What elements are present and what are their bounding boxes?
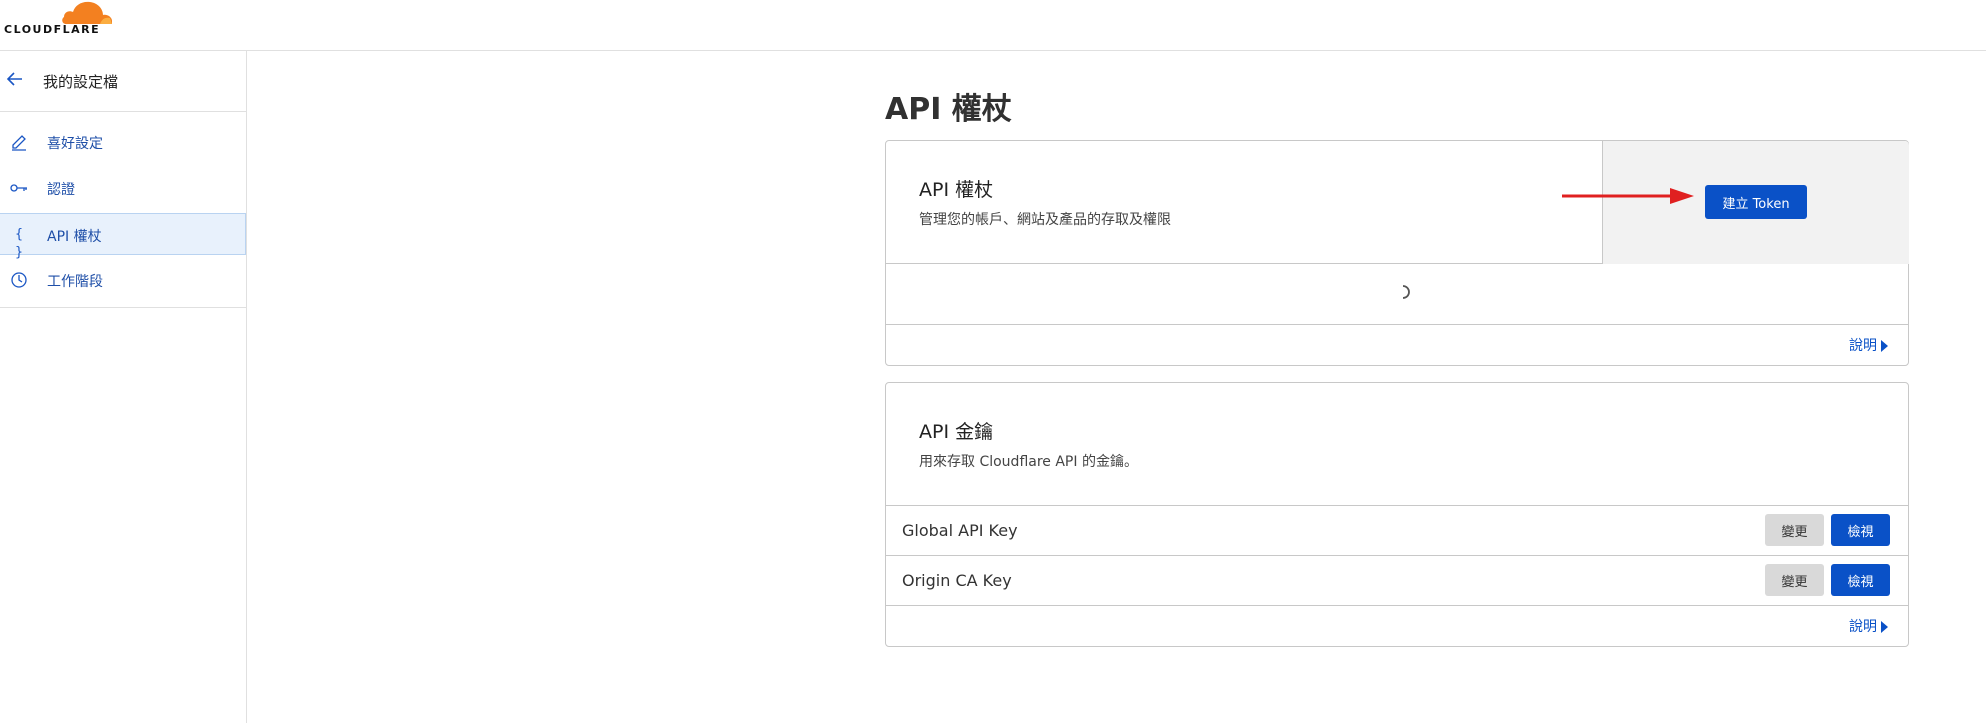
sidebar-item-label: 認證: [47, 182, 75, 198]
help-row: 說明: [886, 325, 1908, 365]
sidebar-item-label: 工作階段: [47, 274, 103, 290]
card-description: 管理您的帳戶、網站及產品的存取及權限: [919, 212, 1171, 228]
caret-right-icon: [1881, 621, 1888, 633]
annotation-arrow-icon: [1562, 188, 1694, 204]
cloud-logo-icon: [62, 1, 112, 24]
help-link[interactable]: 說明: [1849, 335, 1888, 355]
card-header: API 金鑰 用來存取 Cloudflare API 的金鑰。: [886, 383, 1908, 506]
back-to-profile[interactable]: 我的設定檔: [0, 51, 246, 112]
card-title: API 權杖: [919, 179, 994, 201]
sidebar-item-preferences[interactable]: 喜好設定: [0, 121, 246, 163]
top-bar: CLOUDFLARE: [0, 0, 1986, 51]
help-link-label: 說明: [1849, 338, 1877, 354]
sidebar-divider: [0, 307, 246, 308]
sidebar-item-sessions[interactable]: 工作階段: [0, 259, 246, 301]
sidebar-item-api-tokens[interactable]: { } API 權杖: [0, 213, 246, 260]
card-header: API 權杖 管理您的帳戶、網站及產品的存取及權限 建立 Token: [886, 141, 1909, 264]
sidebar-item-label: API 權杖: [47, 229, 102, 245]
api-key-row: Origin CA Key 變更 檢視: [886, 556, 1908, 606]
cloudflare-logo[interactable]: CLOUDFLARE: [4, 0, 114, 40]
api-tokens-card: API 權杖 管理您的帳戶、網站及產品的存取及權限 建立 Token 說明: [885, 140, 1909, 366]
change-key-button[interactable]: 變更: [1765, 564, 1824, 596]
clock-icon: [11, 272, 27, 288]
back-label: 我的設定檔: [43, 73, 119, 91]
sidebar-nav: 喜好設定 認證 { } API 權杖 工作階段: [0, 121, 246, 305]
card-description: 用來存取 Cloudflare API 的金鑰。: [919, 454, 1138, 470]
view-key-button[interactable]: 檢視: [1831, 514, 1890, 546]
help-link-label: 說明: [1849, 619, 1877, 635]
loading-row: [886, 264, 1908, 325]
braces-icon: { }: [14, 227, 24, 260]
key-name: Global API Key: [902, 521, 1018, 540]
pencil-icon: [12, 135, 26, 151]
loading-spinner-icon: [1402, 285, 1410, 299]
logo-wordmark: CLOUDFLARE: [4, 23, 101, 36]
api-keys-card: API 金鑰 用來存取 Cloudflare API 的金鑰。 Global A…: [885, 382, 1909, 647]
key-name: Origin CA Key: [902, 571, 1012, 590]
sidebar: 我的設定檔 喜好設定 認證 { } API 權杖 工作階段: [0, 51, 247, 723]
api-key-row: Global API Key 變更 檢視: [886, 506, 1908, 556]
page-title: API 權杖: [885, 92, 1012, 127]
help-link[interactable]: 說明: [1849, 616, 1888, 636]
change-key-button[interactable]: 變更: [1765, 514, 1824, 546]
arrow-left-icon: [6, 72, 22, 86]
caret-right-icon: [1881, 340, 1888, 352]
create-token-button[interactable]: 建立 Token: [1705, 185, 1807, 219]
help-row: 說明: [886, 606, 1908, 646]
key-icon: [10, 184, 27, 192]
sidebar-item-authentication[interactable]: 認證: [0, 167, 246, 209]
sidebar-item-label: 喜好設定: [47, 136, 103, 152]
card-title: API 金鑰: [919, 421, 994, 443]
view-key-button[interactable]: 檢視: [1831, 564, 1890, 596]
